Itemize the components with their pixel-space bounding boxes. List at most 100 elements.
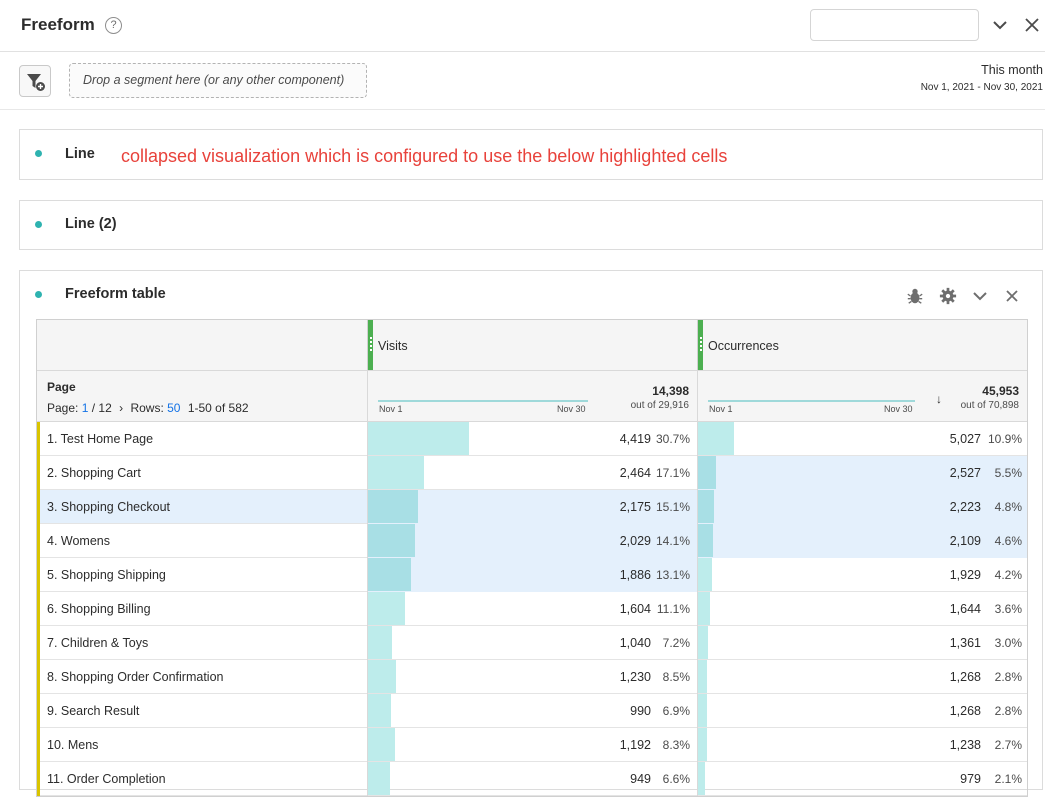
cell-visits[interactable]: 1,040 7.2%	[367, 626, 697, 660]
segment-dropzone[interactable]: Drop a segment here (or any other compon…	[69, 63, 367, 98]
column-total: 14,398	[652, 384, 689, 398]
filter-add-icon	[27, 74, 45, 91]
cell-visits[interactable]: 1,604 11.1%	[367, 592, 697, 626]
cell-visits[interactable]: 4,419 30.7%	[367, 422, 697, 456]
cell-visits[interactable]: 1,230 8.5%	[367, 660, 697, 694]
gear-icon[interactable]	[938, 287, 958, 305]
row-label[interactable]: 2. Shopping Cart	[47, 466, 365, 480]
column-out-of: out of 70,898	[960, 400, 1019, 411]
panel-line[interactable]: Line collapsed visualization which is co…	[19, 129, 1043, 180]
row-label[interactable]: 7. Children & Toys	[47, 636, 365, 650]
table-row[interactable]: 9. Search Result 990 6.9% 1,268 2.8%	[37, 694, 1027, 728]
percent-visits: 17.1%	[655, 466, 690, 480]
rows-per-page[interactable]: 50	[167, 401, 180, 415]
table-row[interactable]: 3. Shopping Checkout 2,175 15.1% 2,223 4.8%	[37, 490, 1027, 524]
cell-visits[interactable]: 990 6.9%	[367, 694, 697, 728]
cell-occurrences[interactable]: 5,027 10.9%	[697, 422, 1027, 456]
drag-handle[interactable]	[368, 320, 373, 370]
close-icon[interactable]	[1003, 287, 1021, 305]
row-label[interactable]: 6. Shopping Billing	[47, 602, 365, 616]
bar-visits	[368, 490, 418, 523]
cell-visits[interactable]: 2,029 14.1%	[367, 524, 697, 558]
row-label[interactable]: 5. Shopping Shipping	[47, 568, 365, 582]
percent-visits: 6.6%	[662, 772, 690, 786]
help-icon[interactable]: ?	[105, 17, 122, 34]
row-label[interactable]: 8. Shopping Order Confirmation	[47, 670, 365, 684]
date-range-picker[interactable]: This month Nov 1, 2021 - Nov 30, 2021	[921, 63, 1043, 93]
cell-occurrences[interactable]: 2,223 4.8%	[697, 490, 1027, 524]
row-label[interactable]: 11. Order Completion	[47, 772, 365, 786]
table-row[interactable]: 1. Test Home Page 4,419 30.7% 5,027 10.9%	[37, 422, 1027, 456]
cell-visits[interactable]: 949 6.6%	[367, 762, 697, 796]
drag-handle[interactable]	[698, 320, 703, 370]
table-row[interactable]: 5. Shopping Shipping 1,886 13.1% 1,929 4.2%	[37, 558, 1027, 592]
add-segment-button[interactable]	[19, 65, 51, 97]
row-range: 1-50 of 582	[187, 401, 249, 415]
percent-visits: 30.7%	[655, 432, 690, 446]
cell-occurrences[interactable]: 1,238 2.7%	[697, 728, 1027, 762]
column-header-visits[interactable]: Visits	[367, 320, 697, 370]
cell-visits[interactable]: 2,175 15.1%	[367, 490, 697, 524]
table-row[interactable]: 11. Order Completion 949 6.6% 979 2.1%	[37, 762, 1027, 796]
summary-cell-occurrences: Nov 1 Nov 30 ↓ 45,953 out of 70,898	[697, 371, 1027, 421]
page-current[interactable]: 1	[82, 401, 89, 415]
sparkline-end: Nov 30	[884, 404, 913, 414]
bar-visits	[368, 626, 392, 659]
table-row[interactable]: 2. Shopping Cart 2,464 17.1% 2,527 5.5%	[37, 456, 1027, 490]
value-visits: 2,029	[619, 534, 651, 548]
cell-occurrences[interactable]: 1,361 3.0%	[697, 626, 1027, 660]
annotation-text: collapsed visualization which is configu…	[121, 146, 728, 166]
sparkline-start: Nov 1	[709, 404, 733, 414]
row-label[interactable]: 10. Mens	[47, 738, 365, 752]
top-input[interactable]	[810, 9, 979, 41]
bug-icon[interactable]	[905, 287, 925, 305]
row-marker	[37, 694, 40, 728]
percent-occurrences: 5.5%	[994, 466, 1022, 480]
bar-occurrences	[698, 490, 714, 523]
row-marker	[37, 558, 40, 592]
percent-visits: 13.1%	[655, 568, 690, 582]
table-row[interactable]: 8. Shopping Order Confirmation 1,230 8.5% 1…	[37, 660, 1027, 694]
bar-visits	[368, 728, 396, 761]
cell-visits[interactable]: 1,192 8.3%	[367, 728, 697, 762]
table-row[interactable]: 7. Children & Toys 1,040 7.2% 1,361 3.0%	[37, 626, 1027, 660]
table-summary-row: Page Page: 1 / 12 › Rows: 50 1-50 of 582…	[37, 371, 1027, 422]
page-total: / 12	[91, 401, 112, 415]
row-label[interactable]: 3. Shopping Checkout	[47, 500, 365, 514]
cell-occurrences[interactable]: 2,109 4.6%	[697, 524, 1027, 558]
value-occurrences: 5,027	[949, 432, 981, 446]
cell-occurrences[interactable]: 1,268 2.8%	[697, 660, 1027, 694]
value-occurrences: 2,223	[949, 500, 981, 514]
percent-occurrences: 4.2%	[994, 568, 1022, 582]
cell-occurrences[interactable]: 2,527 5.5%	[697, 456, 1027, 490]
column-header-occurrences[interactable]: Occurrences	[697, 320, 1027, 370]
close-icon[interactable]	[1023, 16, 1041, 34]
cell-occurrences[interactable]: 1,268 2.8%	[697, 694, 1027, 728]
cell-visits[interactable]: 2,464 17.1%	[367, 456, 697, 490]
table-row[interactable]: 10. Mens 1,192 8.3% 1,238 2.7%	[37, 728, 1027, 762]
row-label[interactable]: 1. Test Home Page	[47, 432, 365, 446]
percent-occurrences: 4.6%	[994, 534, 1022, 548]
bar-occurrences	[698, 558, 712, 591]
table-row[interactable]: 6. Shopping Billing 1,604 11.1% 1,644 3.6%	[37, 592, 1027, 626]
bar-visits	[368, 524, 415, 557]
row-label[interactable]: 9. Search Result	[47, 704, 365, 718]
cell-occurrences[interactable]: 1,644 3.6%	[697, 592, 1027, 626]
bar-visits	[368, 592, 405, 625]
panel-title: Freeform table	[65, 286, 166, 302]
cell-occurrences[interactable]: 979 2.1%	[697, 762, 1027, 796]
column-label: Visits	[378, 339, 408, 353]
cell-visits[interactable]: 1,886 13.1%	[367, 558, 697, 592]
sort-descending-icon[interactable]: ↓	[936, 392, 942, 406]
table-row[interactable]: 4. Womens 2,029 14.1% 2,109 4.6%	[37, 524, 1027, 558]
cell-occurrences[interactable]: 1,929 4.2%	[697, 558, 1027, 592]
chevron-down-icon[interactable]	[991, 16, 1009, 34]
panel-status-dot	[35, 150, 42, 157]
table-body: 1. Test Home Page 4,419 30.7% 5,027 10.9% 2. …	[37, 422, 1027, 796]
sparkline	[378, 400, 588, 402]
row-label[interactable]: 4. Womens	[47, 534, 365, 548]
chevron-down-icon[interactable]	[971, 287, 989, 305]
next-page-icon[interactable]: ›	[119, 401, 123, 415]
panel-line-2[interactable]: Line (2)	[19, 200, 1043, 250]
percent-visits: 11.1%	[656, 602, 690, 616]
